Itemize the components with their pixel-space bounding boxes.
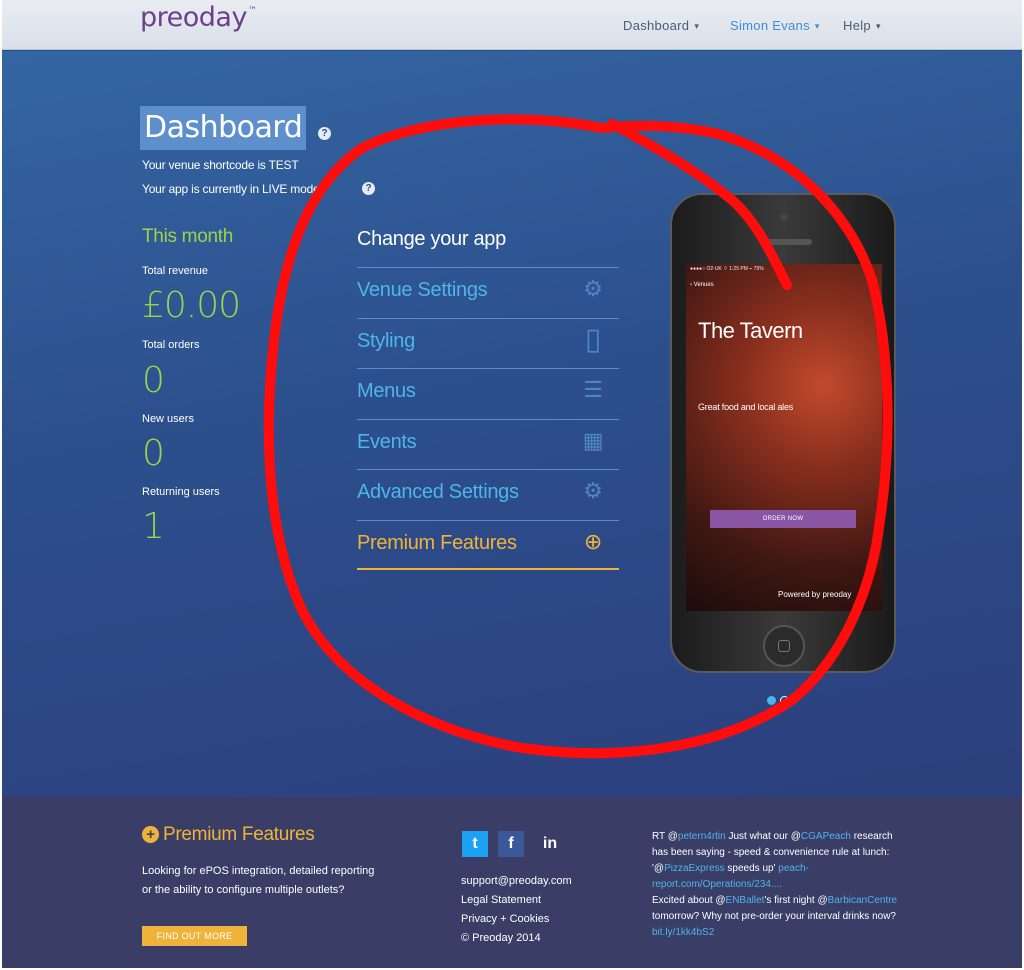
red-annotation-circle xyxy=(263,114,893,759)
browser-frame: preoday™ Dashboard ▾ Simon Evans ▾ Help ▾ D… xyxy=(2,0,1022,968)
